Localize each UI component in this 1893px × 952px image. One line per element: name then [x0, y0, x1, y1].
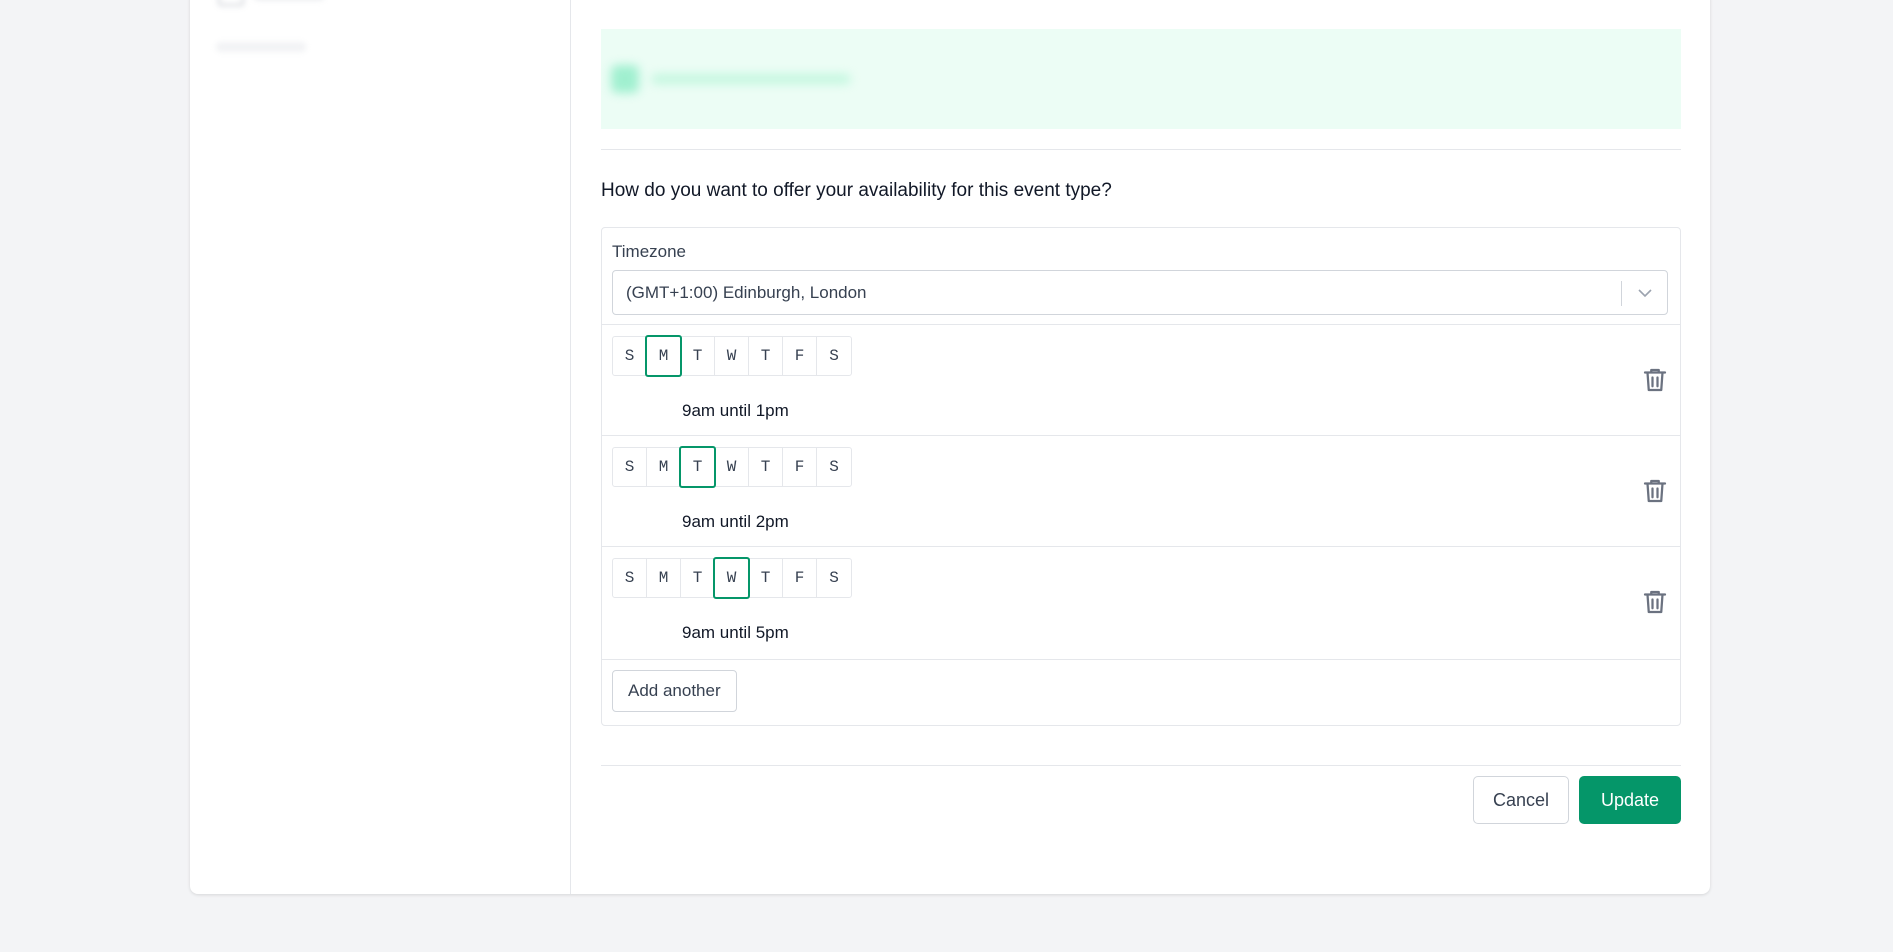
day-toggle[interactable]: W [715, 337, 749, 375]
day-picker: SMTWTFS [612, 557, 852, 599]
day-toggle[interactable]: T [679, 446, 716, 488]
day-toggle[interactable]: T [681, 559, 715, 597]
timezone-select[interactable]: (GMT+1:00) Edinburgh, London [612, 270, 1668, 315]
day-toggle[interactable]: M [647, 559, 681, 597]
timezone-value: (GMT+1:00) Edinburgh, London [626, 283, 867, 302]
day-toggle[interactable]: T [749, 559, 783, 597]
add-row: Add another [602, 659, 1680, 726]
sidebar [190, 0, 571, 894]
schedule-row: S M T W T F S 9am until 1pm [602, 324, 1680, 436]
day-toggle[interactable]: F [783, 448, 817, 486]
banner-blurred-content [611, 65, 861, 93]
day-toggle[interactable]: S [613, 448, 647, 486]
schedule-row: S M T W T F S 9am until 5pm [602, 546, 1680, 658]
day-toggle[interactable]: M [647, 448, 681, 486]
day-toggle[interactable]: W [715, 448, 749, 486]
divider [601, 149, 1681, 150]
banner-icon [611, 65, 639, 93]
time-range[interactable]: 9am until 2pm [682, 512, 789, 532]
event-type-card: How do you want to offer your availabili… [190, 0, 1710, 894]
day-toggle[interactable]: W [713, 557, 750, 599]
day-toggle[interactable]: F [783, 337, 817, 375]
time-range[interactable]: 9am until 5pm [682, 623, 789, 643]
day-toggle[interactable]: S [817, 448, 851, 486]
cancel-button[interactable]: Cancel [1473, 776, 1569, 824]
timezone-label: Timezone [612, 242, 687, 261]
day-toggle[interactable]: T [681, 337, 715, 375]
divider [601, 765, 1681, 766]
trash-icon[interactable] [1640, 476, 1670, 506]
schedule-row: S M T W T F S 9am until 2pm [602, 435, 1680, 547]
select-separator [1621, 281, 1622, 306]
day-toggle[interactable]: S [817, 559, 851, 597]
checkbox-icon [218, 0, 244, 6]
day-toggle[interactable]: S [613, 559, 647, 597]
day-toggle[interactable]: F [783, 559, 817, 597]
chevron-down-icon[interactable] [1635, 283, 1655, 303]
day-picker: SMTWTFS [612, 335, 852, 377]
sidebar-blurred-content [206, 0, 346, 110]
day-toggle[interactable]: T [749, 337, 783, 375]
day-toggle[interactable]: S [613, 337, 647, 375]
update-button[interactable]: Update [1579, 776, 1681, 824]
time-range[interactable]: 9am until 1pm [682, 401, 789, 421]
trash-icon[interactable] [1640, 587, 1670, 617]
day-toggle[interactable]: S [817, 337, 851, 375]
availability-question: How do you want to offer your availabili… [601, 180, 1112, 201]
day-toggle[interactable]: T [749, 448, 783, 486]
day-toggle[interactable]: M [645, 335, 682, 377]
info-banner [601, 29, 1681, 129]
availability-panel: Timezone (GMT+1:00) Edinburgh, London SM… [601, 227, 1681, 726]
trash-icon[interactable] [1640, 365, 1670, 395]
day-picker: SMTWTFS [612, 446, 852, 488]
add-another-button[interactable]: Add another [612, 670, 737, 712]
